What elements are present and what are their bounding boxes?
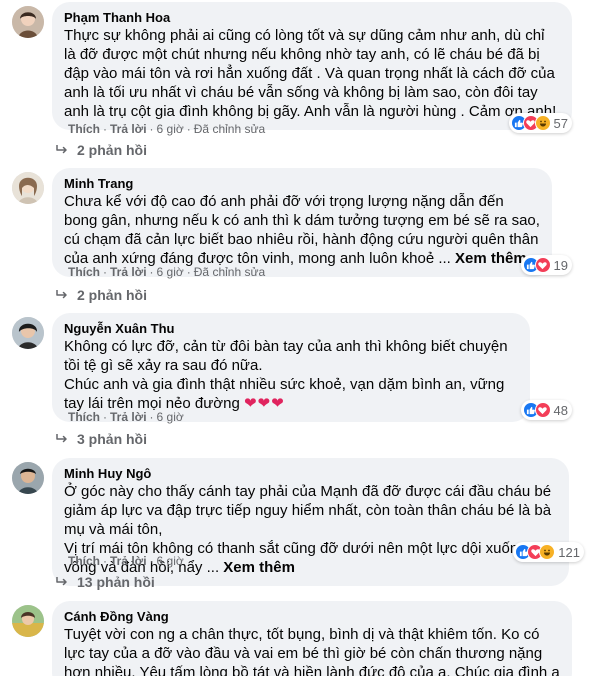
comment-author[interactable]: Cánh Đồng Vàng <box>64 608 560 625</box>
comment-bubble: Minh Trang Chưa kể với độ cao đó anh phả… <box>52 168 552 277</box>
avatar[interactable] <box>12 317 44 349</box>
timestamp[interactable]: 6 giờ <box>157 265 184 279</box>
like-button[interactable]: Thích <box>68 554 100 568</box>
comment-text: Thực sự không phải ai cũng có lòng tốt v… <box>64 27 557 120</box>
timestamp[interactable]: 6 giờ <box>157 122 184 136</box>
like-button[interactable]: Thích <box>68 265 100 279</box>
comment-bubble: Phạm Thanh Hoa Thực sự không phải ai cũn… <box>52 2 572 130</box>
avatar[interactable] <box>12 462 44 494</box>
like-button[interactable]: Thích <box>68 410 100 424</box>
like-button[interactable]: Thích <box>68 122 100 136</box>
comment-bubble: Cánh Đồng Vàng Tuyệt vời con ng a chân t… <box>52 601 572 676</box>
view-replies-button[interactable]: 2 phản hồi <box>56 142 147 158</box>
comment: Cánh Đồng Vàng Tuyệt vời con ng a chân t… <box>12 601 582 676</box>
comment-actions: Thích · Trả lời · 6 giờ · Đã chỉnh sửa <box>68 265 266 279</box>
replies-label: 3 phản hồi <box>77 431 147 447</box>
reaction-summary[interactable]: 121 <box>513 542 584 562</box>
see-more-link[interactable]: Xem thêm <box>455 250 527 267</box>
comment-text: Chúc anh và gia đình thật nhiều sức khoẻ… <box>64 376 505 412</box>
comment-actions: Thích · Trả lời · 6 giờ <box>68 410 184 424</box>
comment-text: Tuyệt vời con ng a chân thực, tốt bụng, … <box>64 626 560 676</box>
replies-label: 2 phản hồi <box>77 142 147 158</box>
comment: Minh Huy Ngô Ở góc này cho thấy cánh tay… <box>12 458 584 586</box>
view-replies-button[interactable]: 13 phản hồi <box>56 574 155 590</box>
reaction-summary[interactable]: 48 <box>520 400 572 420</box>
haha-reaction-icon <box>534 115 551 131</box>
avatar[interactable] <box>12 6 44 38</box>
comment-text: Không có lực đỡ, cản từ đôi bàn tay của … <box>64 338 508 374</box>
comment: Nguyễn Xuân Thu Không có lực đỡ, cản từ … <box>12 313 582 433</box>
replies-label: 13 phản hồi <box>77 574 155 590</box>
comment: Minh Trang Chưa kể với độ cao đó anh phả… <box>12 168 582 288</box>
reaction-summary[interactable]: 19 <box>520 255 572 275</box>
comment-author[interactable]: Minh Trang <box>64 175 540 192</box>
timestamp[interactable]: 6 giờ <box>157 554 184 568</box>
see-more-link[interactable]: Xem thêm <box>223 559 295 576</box>
reply-arrow-icon <box>56 577 67 586</box>
reply-arrow-icon <box>56 290 67 299</box>
reply-arrow-icon <box>56 434 67 443</box>
comment-actions: Thích · Trả lời · 6 giờ · Đã chỉnh sửa <box>68 122 266 136</box>
comment-author[interactable]: Minh Huy Ngô <box>64 465 557 482</box>
comment-author[interactable]: Nguyễn Xuân Thu <box>64 320 518 337</box>
view-replies-button[interactable]: 3 phản hồi <box>56 431 147 447</box>
heart-emoji: ❤❤❤ <box>243 395 285 412</box>
reaction-count: 57 <box>553 115 568 131</box>
reply-button[interactable]: Trả lời <box>110 265 147 279</box>
comment-actions: Thích · Trả lời · 6 giờ <box>68 554 184 568</box>
avatar[interactable] <box>12 172 44 204</box>
comment: Phạm Thanh Hoa Thực sự không phải ai cũn… <box>12 2 582 152</box>
reply-button[interactable]: Trả lời <box>110 554 147 568</box>
reaction-count: 19 <box>553 257 568 273</box>
comment-bubble: Nguyễn Xuân Thu Không có lực đỡ, cản từ … <box>52 313 530 422</box>
reaction-summary[interactable]: 57 <box>508 113 572 133</box>
comment-text: Ở góc này cho thấy cánh tay phải của Mạn… <box>64 483 552 538</box>
replies-label: 2 phản hồi <box>77 287 147 303</box>
love-reaction-icon <box>534 402 551 418</box>
love-reaction-icon <box>534 257 551 273</box>
reaction-count: 48 <box>553 402 568 418</box>
avatar[interactable] <box>12 605 44 637</box>
edited-label: Đã chỉnh sửa <box>193 265 266 279</box>
reply-button[interactable]: Trả lời <box>110 410 147 424</box>
reply-arrow-icon <box>56 145 67 154</box>
timestamp[interactable]: 6 giờ <box>157 410 184 424</box>
comment-text: Chưa kể với độ cao đó anh phải đỡ với tr… <box>64 193 540 267</box>
view-replies-button[interactable]: 2 phản hồi <box>56 287 147 303</box>
reaction-count: 121 <box>558 544 580 560</box>
edited-label: Đã chỉnh sửa <box>193 122 266 136</box>
haha-reaction-icon <box>539 544 556 560</box>
comment-author[interactable]: Phạm Thanh Hoa <box>64 9 560 26</box>
reply-button[interactable]: Trả lời <box>110 122 147 136</box>
